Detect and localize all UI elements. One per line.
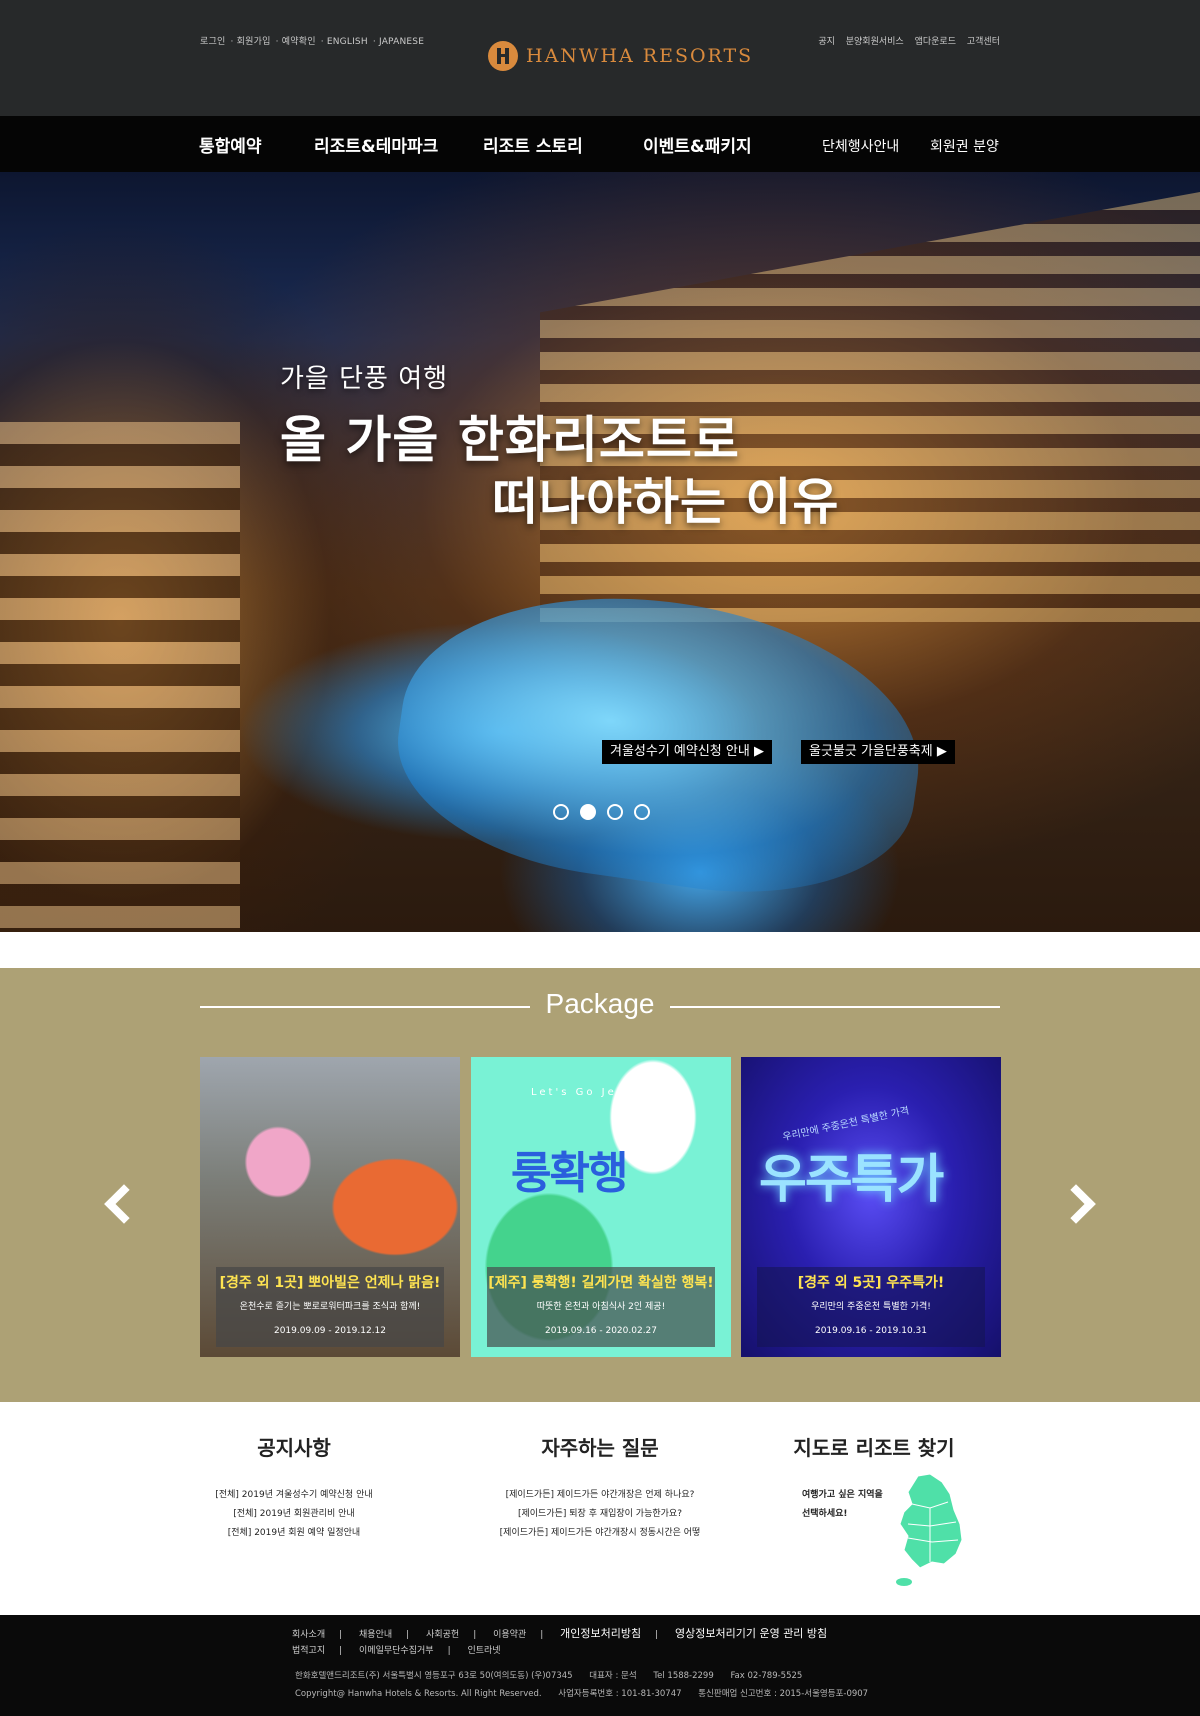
member-service-link[interactable]: 분양회원서비스 (846, 37, 904, 47)
footer-links: 회사소개 | 채용안내 | 사회공헌 | 이용약관 | 개인정보처리방침 | 영상정보처리… (292, 1627, 828, 1656)
customer-center-link[interactable]: 고객센터 (967, 37, 1000, 47)
package-card[interactable]: [경주 외 1곳] 뽀아빌은 언제나 맑음! 온천수로 즐기는 뽀로로워터파크를… (200, 1057, 460, 1357)
main-nav: 통합예약 리조트&테마파크 리조트 스토리 이벤트&패키지 단체행사안내 회원권… (0, 116, 1200, 172)
footer-link-intranet[interactable]: 인트라넷 (467, 1646, 500, 1656)
logo[interactable]: HANWHA RESORTS (488, 40, 753, 72)
footer: 회사소개 | 채용안내 | 사회공헌 | 이용약관 | 개인정보처리방침 | 영상정보처리… (0, 1615, 1200, 1716)
package-card-date: 2019.09.16 - 2019.10.31 (814, 1326, 928, 1336)
nav-item-reservation[interactable]: 통합예약 (199, 132, 262, 157)
package-card-art-text: 룽확행 (511, 1148, 628, 1199)
signup-link[interactable]: 회원가입 (237, 37, 271, 47)
footer-copyright: Copyright@ Hanwha Hotels & Resorts. All … (295, 1689, 542, 1699)
hero-subtitle: 가을 단풍 여행 (280, 364, 449, 394)
faq-title: 자주하는 질문 (541, 1436, 659, 1460)
notice-link[interactable]: 공지 (818, 37, 835, 47)
english-link[interactable]: ENGLISH (327, 37, 368, 47)
footer-fax: Fax 02-789-5525 (730, 1671, 803, 1681)
package-card-caption: [경주 외 1곳] 뽀아빌은 언제나 맑음! 온천수로 즐기는 뽀로로워터파크를… (216, 1267, 444, 1347)
app-download-link[interactable]: 앱다운로드 (915, 37, 956, 47)
map-title: 지도로 리조트 찾기 (793, 1436, 955, 1460)
notice-title: 공지사항 (257, 1436, 331, 1460)
slide-dot[interactable] (607, 804, 623, 820)
footer-link-terms[interactable]: 이용약관 (493, 1630, 526, 1640)
notice-item[interactable]: [전체] 2019년 겨울성수기 예약신청 안내 (200, 1486, 388, 1505)
hero-tower-image (0, 422, 240, 932)
footer-link-social[interactable]: 사회공헌 (426, 1630, 459, 1640)
next-arrow-icon[interactable] (1056, 1184, 1096, 1224)
nav-item-resort-themepark[interactable]: 리조트&테마파크 (314, 132, 438, 157)
slide-dot[interactable] (634, 804, 650, 820)
package-card-date: 2019.09.09 - 2019.12.12 (273, 1326, 387, 1336)
hero-button-autumn-festival[interactable]: 울긋불긋 가을단풍축제 ▶ (801, 740, 955, 764)
footer-tel: Tel 1588-2299 (653, 1671, 714, 1681)
footer-link-email-refusal[interactable]: 이메일무단수집거부 (359, 1646, 434, 1656)
package-card-desc: 온천수로 즐기는 뽀로로워터파크를 조식과 함께! (239, 1302, 421, 1312)
footer-ceo: 대표자 : 문석 (589, 1671, 637, 1681)
package-card-date: 2019.09.16 - 2020.02.27 (544, 1326, 658, 1336)
faq-list: [제이드가든] 제이드가든 야간개장은 언제 하나요? [제이드가든] 퇴장 후… (470, 1486, 730, 1543)
package-card-title: [경주 외 5곳] 우주특가! (797, 1275, 945, 1291)
package-card[interactable]: 우리만에 주중온천 특별한 가격 우주특가 [경주 외 5곳] 우주특가! 우리… (741, 1057, 1001, 1357)
notice-item[interactable]: [전체] 2019년 회원 예약 일정안내 (200, 1524, 388, 1543)
package-title: Package (545, 988, 655, 1019)
faq-item[interactable]: [제이드가든] 제이드가든 야간개장은 언제 하나요? (470, 1486, 730, 1505)
hero-title-line2: 떠나야하는 이유 (492, 473, 840, 531)
login-link[interactable]: 로그인 (200, 37, 225, 47)
package-card-desc: 따뜻한 온천과 아침식사 2인 제공! (536, 1302, 666, 1312)
footer-company-info: 한화호텔앤드리조트(주) 서울특별시 영등포구 63로 50(여의도동) (우)… (295, 1667, 882, 1703)
footer-link-company[interactable]: 회사소개 (292, 1630, 325, 1640)
package-card-art-text: 우주특가 (759, 1150, 944, 1210)
japanese-link[interactable]: JAPANESE (379, 37, 424, 47)
faq-item[interactable]: [제이드가든] 퇴장 후 재입장이 가능한가요? (470, 1505, 730, 1524)
package-card-desc: 우리만의 주중온천 특별한 가격! (811, 1302, 931, 1312)
footer-link-cctv[interactable]: 영상정보처리기기 운영 관리 방침 (675, 1627, 827, 1640)
map-instruction-line: 여행가고 싶은 지역을 (802, 1490, 883, 1500)
slide-dot[interactable] (553, 804, 569, 820)
footer-address: 한화호텔앤드리조트(주) 서울특별시 영등포구 63로 50(여의도동) (우)… (295, 1671, 573, 1681)
map-instruction: 여행가고 싶은 지역을 선택하세요! (802, 1486, 883, 1524)
logo-text: HANWHA RESORTS (526, 45, 754, 67)
footer-ecommerce-number: 통신판매업 신고번호 : 2015-서울영등포-0907 (698, 1689, 869, 1699)
package-card-title: [제주] 룽확행! 길게가면 확실한 행복! (488, 1275, 714, 1291)
notice-item[interactable]: [전체] 2019년 회원관리비 안내 (200, 1505, 388, 1524)
slide-dot-active[interactable] (580, 804, 596, 820)
package-card[interactable]: Let's Go Jeju 룽확행 [제주] 룽확행! 길게가면 확실한 행복!… (471, 1057, 731, 1357)
nav-item-event-package[interactable]: 이벤트&패키지 (643, 132, 752, 157)
top-bar: 로그인 · 회원가입 · 예약확인 · ENGLISH · JAPANESE H… (0, 0, 1200, 116)
package-card-art-tag: Let's Go Jeju (531, 1087, 632, 1098)
package-section: Package [경주 외 1곳] 뽀아빌은 언제나 맑음! 온천수로 즐기는 … (0, 968, 1200, 1402)
hero-button-winter-reservation[interactable]: 겨울성수기 예약신청 안내 ▶ (602, 740, 772, 764)
reservation-check-link[interactable]: 예약확인 (282, 37, 316, 47)
hanwha-logo-icon (488, 41, 518, 71)
notice-list: [전체] 2019년 겨울성수기 예약신청 안내 [전체] 2019년 회원관리… (200, 1486, 388, 1543)
utility-links-right: 공지 분양회원서비스 앱다운로드 고객센터 (810, 34, 1000, 47)
nav-item-resort-story[interactable]: 리조트 스토리 (483, 132, 583, 157)
footer-business-number: 사업자등록번호 : 101-81-30747 (558, 1689, 682, 1699)
footer-link-recruit[interactable]: 채용안내 (359, 1630, 392, 1640)
utility-links-left: 로그인 · 회원가입 · 예약확인 · ENGLISH · JAPANESE (200, 37, 425, 47)
footer-link-legal[interactable]: 법적고지 (292, 1646, 325, 1656)
prev-arrow-icon[interactable] (104, 1184, 144, 1224)
slider-pagination (553, 804, 661, 820)
nav-item-membership[interactable]: 회원권 분양 (930, 136, 999, 156)
faq-item[interactable]: [제이드가든] 제이드가든 야간개장시 정동시간은 어떻 (470, 1524, 730, 1543)
map-instruction-line: 선택하세요! (802, 1509, 848, 1519)
korea-map-icon[interactable] (890, 1472, 966, 1588)
package-card-caption: [경주 외 5곳] 우주특가! 우리만의 주중온천 특별한 가격! 2019.0… (757, 1267, 985, 1347)
package-card-caption: [제주] 룽확행! 길게가면 확실한 행복! 따뜻한 온천과 아침식사 2인 제… (487, 1267, 715, 1347)
package-card-title: [경주 외 1곳] 뽀아빌은 언제나 맑음! (219, 1275, 441, 1291)
footer-link-privacy[interactable]: 개인정보처리방침 (560, 1627, 641, 1640)
nav-item-group-event[interactable]: 단체행사안내 (822, 136, 899, 156)
